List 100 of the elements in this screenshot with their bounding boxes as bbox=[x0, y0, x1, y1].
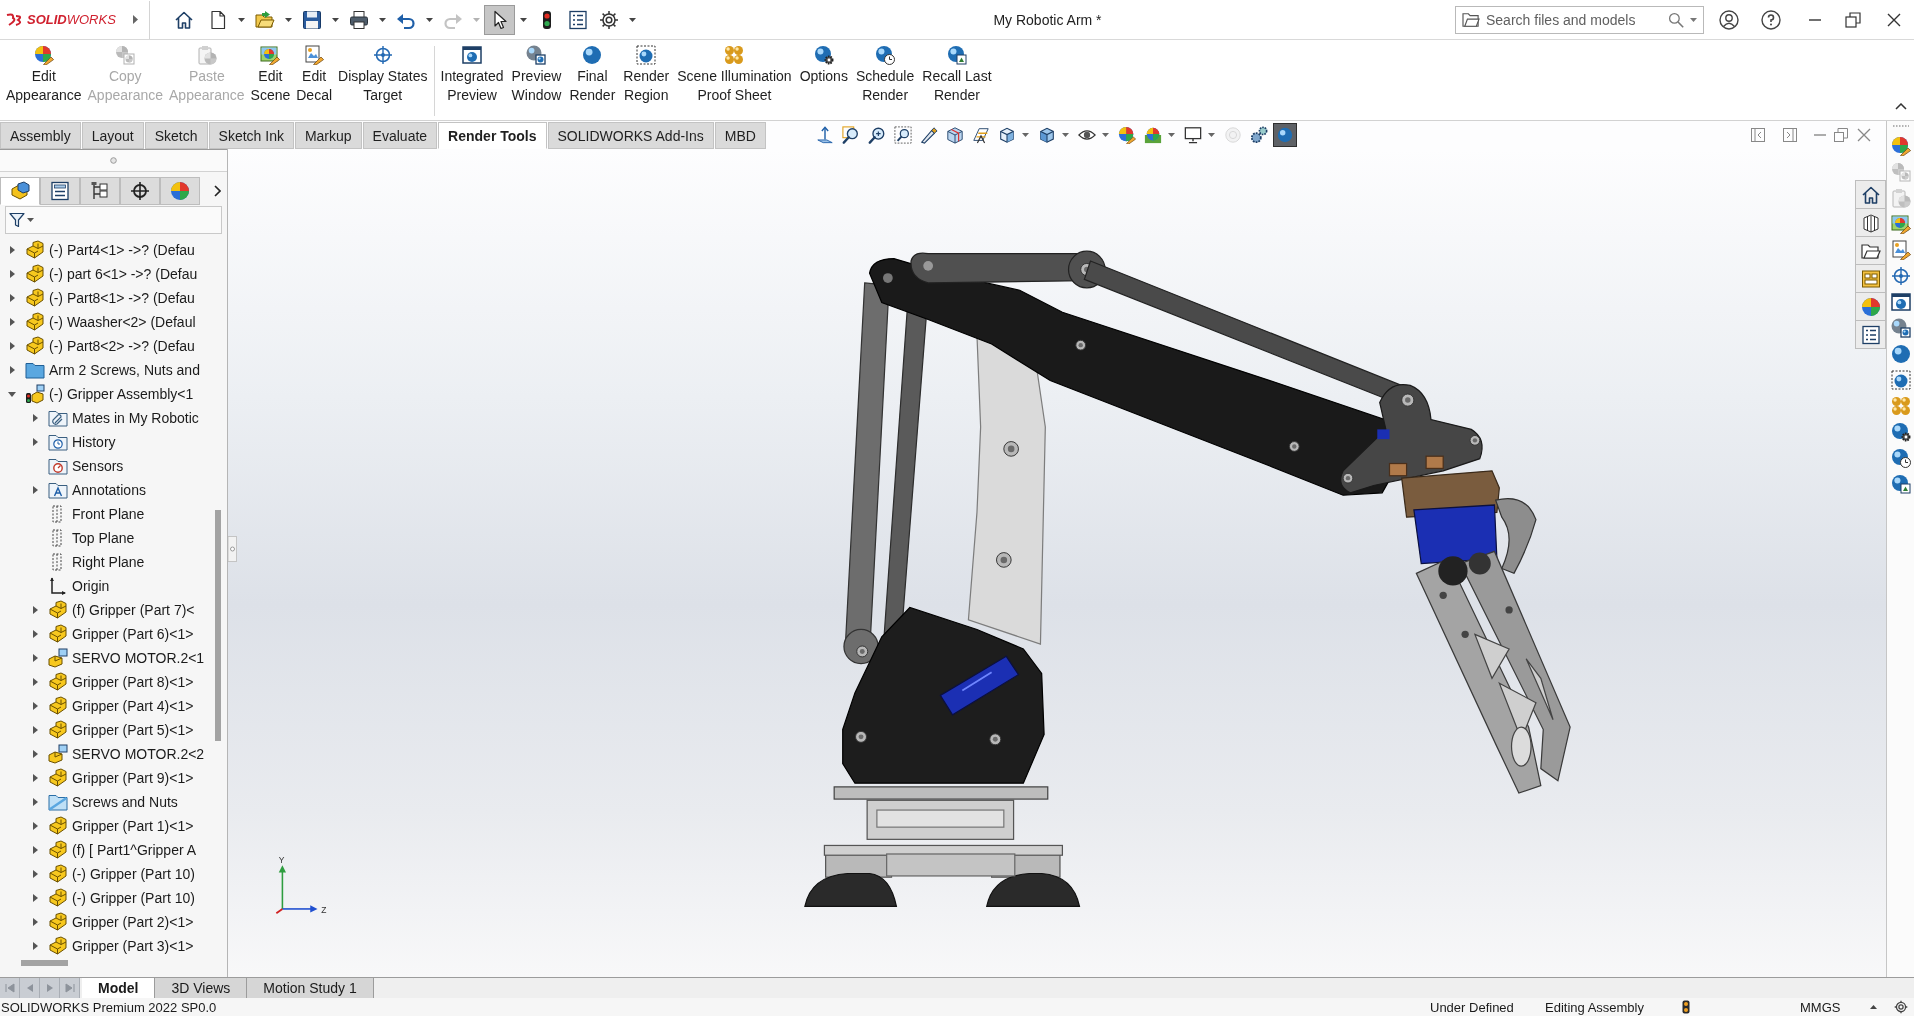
tree-item[interactable]: History bbox=[72, 434, 116, 450]
tree-item[interactable]: (-) Part8<2> ->? (Defau bbox=[49, 338, 195, 354]
ribbon-button[interactable]: Scene Illumination Proof Sheet bbox=[674, 44, 795, 105]
render-tool-button[interactable] bbox=[1888, 368, 1913, 392]
panel-tab[interactable] bbox=[80, 177, 120, 205]
tree-item[interactable]: Gripper (Part 3)<1> bbox=[72, 938, 194, 954]
panel-tab[interactable] bbox=[40, 177, 80, 205]
caret-right-icon[interactable] bbox=[32, 798, 38, 806]
caret-right-icon[interactable] bbox=[32, 678, 38, 686]
tree-item[interactable]: Gripper (Part 4)<1> bbox=[72, 698, 194, 714]
ribbon-button[interactable]: Edit Scene bbox=[247, 44, 294, 105]
tree-item[interactable]: (-) Gripper Assembly<1 bbox=[49, 386, 194, 402]
caret-right-icon[interactable] bbox=[32, 654, 38, 662]
caret-right-icon[interactable] bbox=[32, 486, 38, 494]
tree-item[interactable]: Sensors bbox=[72, 458, 124, 474]
search-field[interactable]: Search files and models bbox=[1455, 5, 1704, 34]
caret-right-icon[interactable] bbox=[32, 942, 38, 950]
ribbon-button[interactable]: Edit Appearance bbox=[3, 44, 85, 105]
view-toolbar-button[interactable] bbox=[1272, 123, 1297, 147]
viewport-window-button[interactable] bbox=[1749, 126, 1767, 144]
caret-right-icon[interactable] bbox=[9, 318, 15, 326]
ribbon-button[interactable]: Recall Last Render bbox=[919, 44, 995, 105]
tree-item[interactable]: Annotations bbox=[72, 482, 146, 498]
caret-right-icon[interactable] bbox=[32, 414, 38, 422]
tree-item[interactable]: (-) Gripper (Part 10) bbox=[72, 866, 195, 882]
tree-item[interactable]: (-) Waasher<2> (Defaul bbox=[49, 314, 196, 330]
tree-item[interactable]: Origin bbox=[72, 578, 110, 594]
tree-item[interactable]: (-) part 6<1> ->? (Defau bbox=[49, 266, 198, 282]
caret-right-icon[interactable] bbox=[32, 894, 38, 902]
tree-item[interactable]: Gripper (Part 1)<1> bbox=[72, 818, 194, 834]
filter-field[interactable] bbox=[5, 206, 222, 234]
tree-item[interactable]: SERVO MOTOR.2<2 bbox=[72, 746, 205, 762]
command-tab[interactable]: Sketch Ink bbox=[208, 122, 294, 149]
caret-right-icon[interactable] bbox=[9, 342, 15, 350]
caret-right-icon[interactable] bbox=[32, 774, 38, 782]
viewport-window-button[interactable] bbox=[1781, 126, 1799, 144]
tree-item[interactable]: Gripper (Part 8)<1> bbox=[72, 674, 194, 690]
command-tab[interactable]: Evaluate bbox=[362, 122, 438, 149]
tree-item[interactable]: Right Plane bbox=[72, 554, 145, 570]
tree-item[interactable]: (f) [ Part1^Gripper A bbox=[72, 842, 197, 858]
command-tab[interactable]: SOLIDWORKS Add-Ins bbox=[547, 122, 714, 149]
tree-item[interactable]: (f) Gripper (Part 7)< bbox=[72, 602, 195, 618]
command-tab[interactable]: Render Tools bbox=[438, 122, 547, 149]
ribbon-button[interactable]: Final Render bbox=[566, 44, 619, 105]
command-tab[interactable]: MBD bbox=[714, 122, 766, 149]
collapse-handle-icon[interactable] bbox=[228, 536, 237, 562]
target-icon[interactable] bbox=[1894, 1000, 1908, 1014]
tree-item[interactable]: Screws and Nuts bbox=[72, 794, 178, 810]
caret-right-icon[interactable] bbox=[9, 366, 15, 374]
tree-item[interactable]: Gripper (Part 6)<1> bbox=[72, 626, 194, 642]
tree-item[interactable]: SERVO MOTOR.2<1 bbox=[72, 650, 205, 666]
tree-item[interactable]: Arm 2 Screws, Nuts and bbox=[49, 362, 200, 378]
command-tab[interactable]: Layout bbox=[81, 122, 144, 149]
caret-right-icon[interactable] bbox=[32, 870, 38, 878]
caret-right-icon[interactable] bbox=[9, 270, 15, 278]
model-view-tab[interactable]: Motion Study 1 bbox=[247, 978, 374, 998]
ribbon-button[interactable]: Options bbox=[796, 44, 851, 86]
caret-right-icon[interactable] bbox=[32, 630, 38, 638]
command-tab[interactable]: Sketch bbox=[144, 122, 208, 149]
caret-right-icon[interactable] bbox=[32, 702, 38, 710]
caret-right-icon[interactable] bbox=[32, 606, 38, 614]
model-view-tab[interactable]: Model bbox=[82, 978, 156, 998]
caret-right-icon[interactable] bbox=[9, 246, 15, 254]
tree-item[interactable]: (-) Gripper (Part 10) bbox=[72, 890, 195, 906]
ribbon-button[interactable]: Render Region bbox=[620, 44, 673, 105]
task-pane-tab[interactable] bbox=[1855, 320, 1886, 349]
viewport-window-button[interactable] bbox=[1832, 126, 1850, 144]
tree-item[interactable]: Gripper (Part 2)<1> bbox=[72, 914, 194, 930]
ribbon-button[interactable]: Preview Window bbox=[508, 44, 565, 105]
tree-item[interactable]: (-) Part4<1> ->? (Defau bbox=[49, 242, 195, 258]
scrollbar-thumb[interactable] bbox=[21, 960, 68, 966]
toolbar-button[interactable] bbox=[484, 4, 515, 35]
tree-item[interactable]: Front Plane bbox=[72, 506, 145, 522]
ribbon-button[interactable]: Edit Decal bbox=[293, 44, 336, 105]
ribbon-button[interactable]: Display States Target bbox=[335, 44, 431, 105]
panel-tab[interactable] bbox=[120, 177, 160, 205]
traffic-light-icon[interactable] bbox=[1682, 1000, 1690, 1014]
task-pane-tab[interactable] bbox=[1855, 236, 1886, 265]
caret-right-icon[interactable] bbox=[32, 918, 38, 926]
panel-tab[interactable] bbox=[0, 177, 40, 205]
scrollbar-thumb[interactable] bbox=[215, 510, 221, 741]
task-pane-tab[interactable] bbox=[1855, 208, 1886, 237]
command-tab[interactable]: Assembly bbox=[0, 122, 81, 149]
caret-right-icon[interactable] bbox=[32, 822, 38, 830]
unit-system[interactable]: MMGS bbox=[1800, 999, 1841, 1015]
caret-right-icon[interactable] bbox=[32, 438, 38, 446]
caret-down-icon[interactable] bbox=[1690, 17, 1697, 22]
caret-right-icon[interactable] bbox=[32, 726, 38, 734]
caret-down-icon[interactable] bbox=[8, 391, 16, 397]
task-pane-tab[interactable] bbox=[1855, 180, 1886, 209]
ribbon-button[interactable]: Schedule Render bbox=[852, 44, 918, 105]
grip-dot-icon[interactable] bbox=[110, 157, 117, 164]
render-tool-button[interactable] bbox=[1888, 290, 1913, 314]
search-input[interactable]: Search files and models bbox=[1486, 8, 1662, 31]
caret-right-icon[interactable] bbox=[32, 750, 38, 758]
tree-item[interactable]: Top Plane bbox=[72, 530, 135, 546]
ribbon-button[interactable]: Integrated Preview bbox=[437, 44, 507, 105]
task-pane-tab[interactable] bbox=[1855, 264, 1886, 293]
tree-item[interactable]: Mates in My Robotic bbox=[72, 410, 199, 426]
caret-up-icon[interactable] bbox=[1870, 1005, 1877, 1009]
